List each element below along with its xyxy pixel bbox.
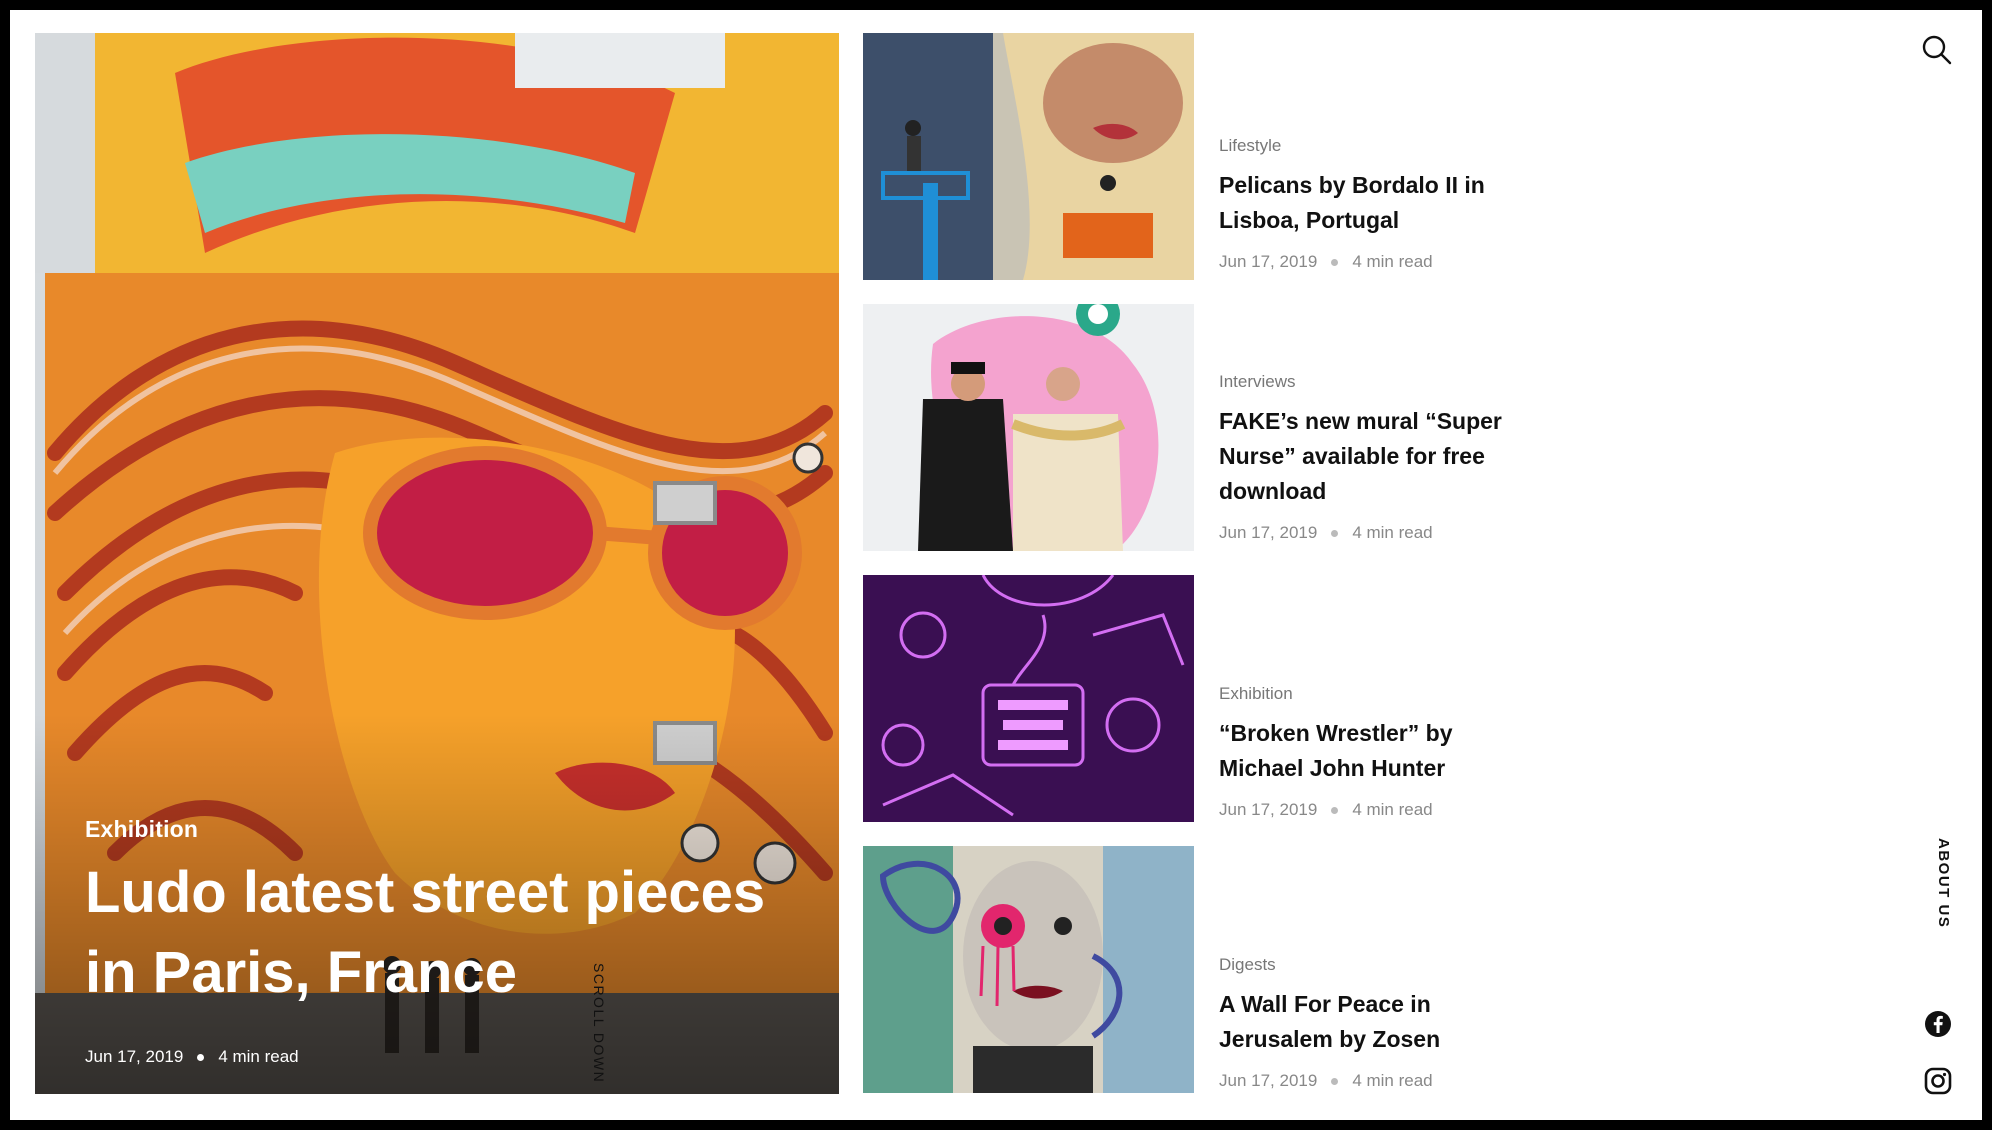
article-title[interactable]: Pelicans by Bordalo II in Lisboa, Portug…: [1219, 168, 1539, 238]
article-thumbnail[interactable]: [863, 33, 1194, 280]
article-card[interactable]: Exhibition “Broken Wrestler” by Michael …: [863, 575, 1563, 822]
article-read-time: 4 min read: [1352, 800, 1433, 819]
article-meta: Jun 17, 2019 4 min read: [1219, 1071, 1539, 1091]
hero-meta: Jun 17, 2019 4 min read: [85, 1047, 299, 1067]
article-date: Jun 17, 2019: [1219, 523, 1318, 542]
article-card[interactable]: Lifestyle Pelicans by Bordalo II in Lisb…: [863, 33, 1563, 280]
article-card[interactable]: Digests A Wall For Peace in Jerusalem by…: [863, 846, 1563, 1093]
hero-date: Jun 17, 2019: [85, 1047, 184, 1066]
article-read-time: 4 min read: [1352, 523, 1433, 542]
article-read-time: 4 min read: [1352, 252, 1433, 271]
article-text: Interviews FAKE’s new mural “Super Nurse…: [1219, 372, 1539, 543]
article-meta: Jun 17, 2019 4 min read: [1219, 523, 1539, 543]
article-thumbnail[interactable]: [863, 575, 1194, 822]
search-icon[interactable]: [1920, 33, 1954, 67]
article-title[interactable]: FAKE’s new mural “Super Nurse” available…: [1219, 404, 1539, 509]
article-category[interactable]: Exhibition: [1219, 684, 1539, 704]
hero-title[interactable]: Ludo latest street pieces in Paris, Fran…: [85, 853, 785, 1013]
article-card[interactable]: Interviews FAKE’s new mural “Super Nurse…: [863, 304, 1563, 551]
meta-separator-dot: [197, 1053, 205, 1061]
article-text: Digests A Wall For Peace in Jerusalem by…: [1219, 955, 1539, 1091]
article-date: Jun 17, 2019: [1219, 252, 1318, 271]
article-thumbnail[interactable]: [863, 304, 1194, 551]
article-category[interactable]: Digests: [1219, 955, 1539, 975]
article-title[interactable]: A Wall For Peace in Jerusalem by Zosen: [1219, 987, 1539, 1057]
article-text: Exhibition “Broken Wrestler” by Michael …: [1219, 684, 1539, 820]
article-thumbnail[interactable]: [863, 846, 1194, 1093]
meta-separator-dot: [1331, 1077, 1339, 1085]
about-us-label: ABOUT US: [1935, 838, 1952, 929]
about-us-link[interactable]: ABOUT US: [1930, 838, 1960, 948]
hero-article[interactable]: Exhibition Ludo latest street pieces in …: [35, 33, 839, 1094]
article-meta: Jun 17, 2019 4 min read: [1219, 252, 1539, 272]
scroll-down-label: SCROLL DOWN: [591, 963, 607, 1084]
article-date: Jun 17, 2019: [1219, 1071, 1318, 1090]
meta-separator-dot: [1331, 529, 1339, 537]
article-read-time: 4 min read: [1352, 1071, 1433, 1090]
facebook-icon[interactable]: [1924, 1010, 1952, 1038]
hero-category[interactable]: Exhibition: [85, 816, 198, 843]
article-meta: Jun 17, 2019 4 min read: [1219, 800, 1539, 820]
instagram-icon[interactable]: [1924, 1067, 1952, 1095]
article-category[interactable]: Interviews: [1219, 372, 1539, 392]
article-date: Jun 17, 2019: [1219, 800, 1318, 819]
article-title[interactable]: “Broken Wrestler” by Michael John Hunter: [1219, 716, 1539, 786]
article-text: Lifestyle Pelicans by Bordalo II in Lisb…: [1219, 136, 1539, 272]
article-category[interactable]: Lifestyle: [1219, 136, 1539, 156]
meta-separator-dot: [1331, 258, 1339, 266]
meta-separator-dot: [1331, 806, 1339, 814]
page-frame: Exhibition Ludo latest street pieces in …: [10, 10, 1982, 1120]
hero-read-time: 4 min read: [218, 1047, 299, 1066]
scroll-down-link[interactable]: SCROLL DOWN: [585, 963, 615, 1093]
